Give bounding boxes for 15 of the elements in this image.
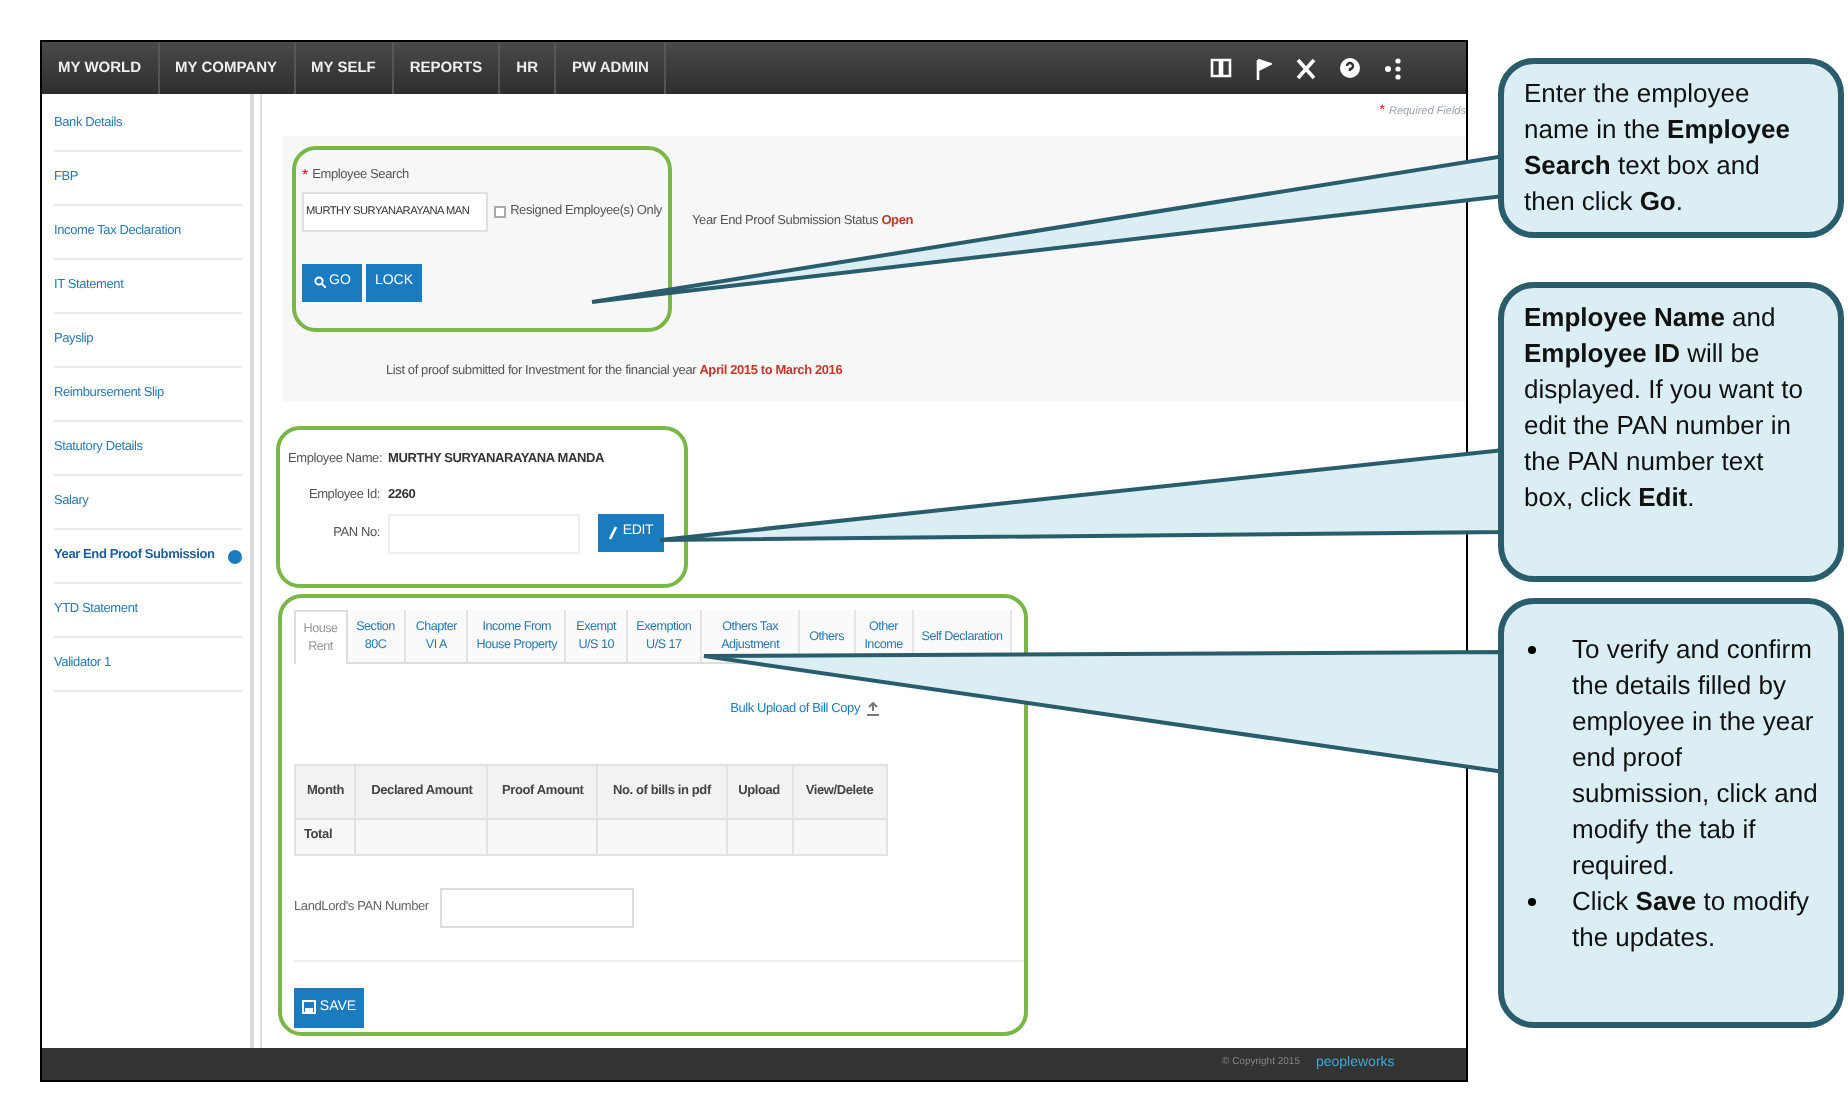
pencil-icon: [608, 526, 619, 540]
help-icon[interactable]: [1340, 58, 1360, 78]
callout-text: Employee Name and Employee ID will be displayed. If you want to edit the PAN number in the PAN number text box, click Edit.: [1524, 300, 1805, 516]
share-icon[interactable]: [1384, 57, 1402, 79]
flag-icon[interactable]: [1256, 57, 1272, 79]
callout-text: Enter the employee name in the Employee Search text box and then click Go.: [1524, 76, 1792, 220]
search-icon: [313, 276, 326, 289]
required-mark: *: [302, 167, 309, 184]
bullet-icon: [1528, 898, 1536, 906]
callout-text: Click Save to modify the updates.: [1572, 884, 1812, 956]
callout-text: To verify and confirm the details filled by employee in the year end proof submission, click and modify the tab if required.: [1572, 632, 1820, 884]
upload-icon[interactable]: [866, 702, 880, 717]
landlord-pan-field[interactable]: [440, 887, 635, 928]
checkbox[interactable]: [494, 205, 507, 218]
bullet-icon: [1528, 646, 1536, 654]
